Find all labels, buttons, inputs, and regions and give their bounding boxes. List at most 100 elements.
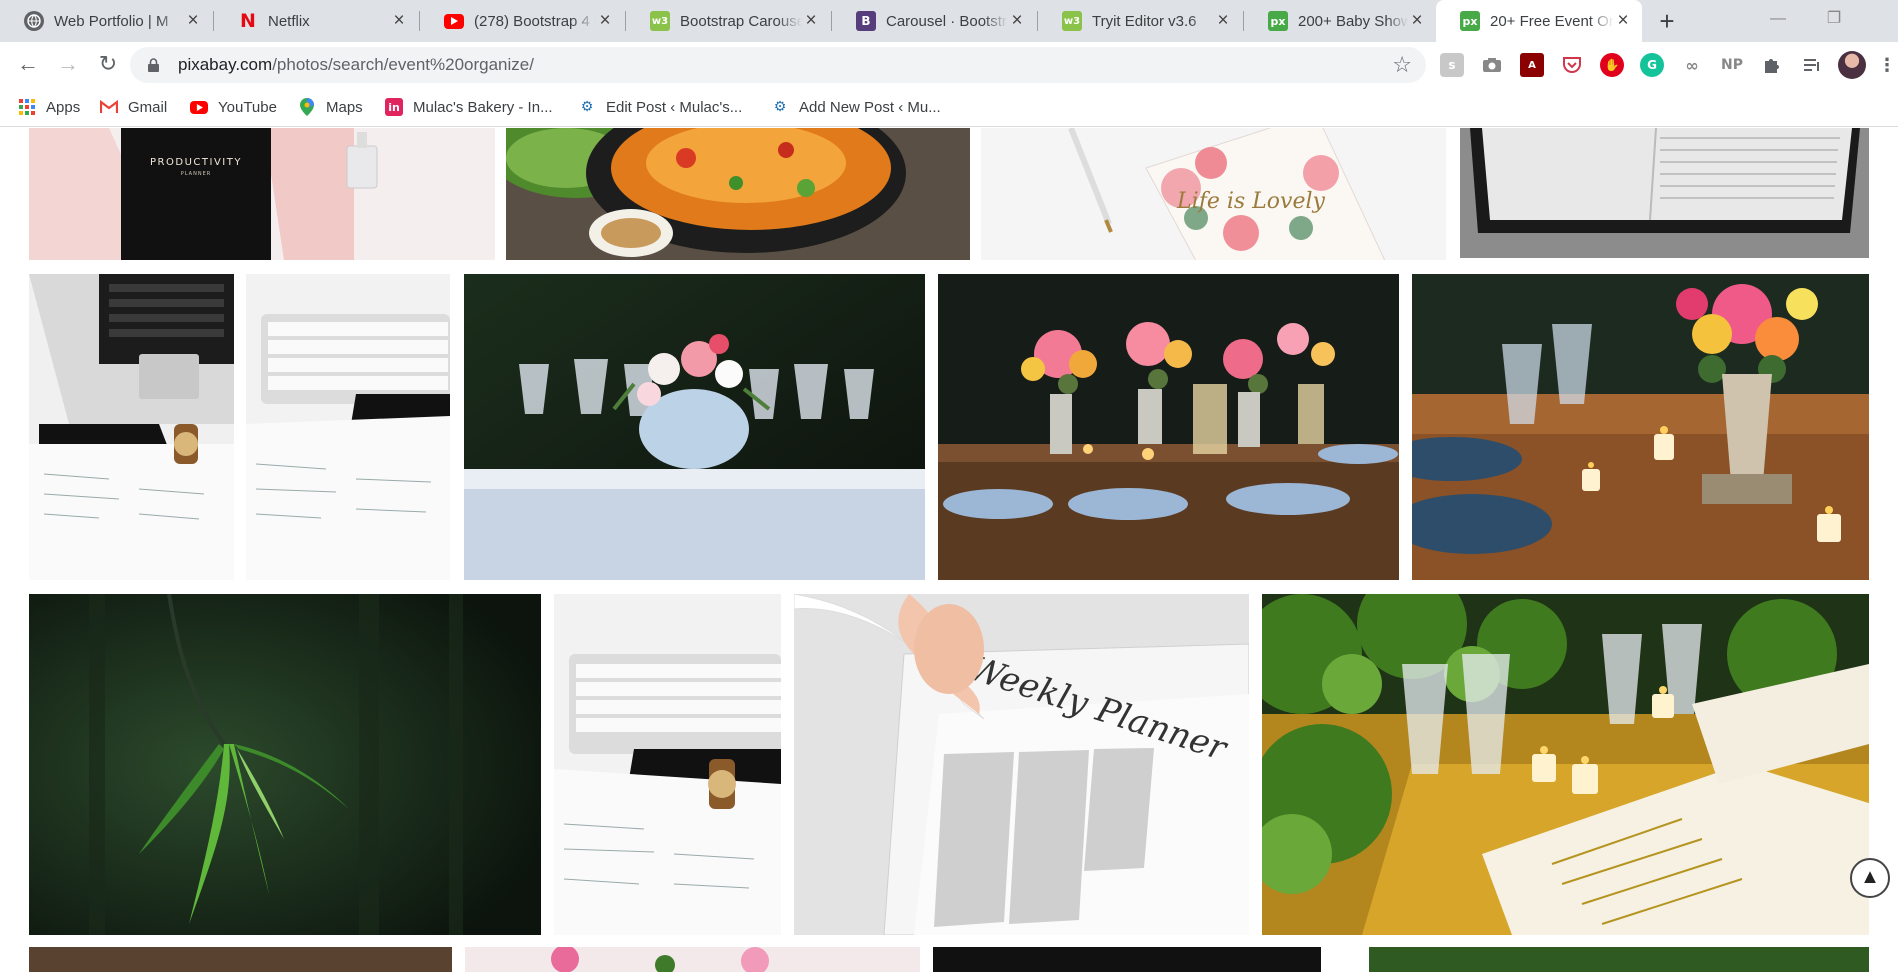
tab-strip: Web Portfolio | M × N Netflix × (278) Bo… — [0, 0, 1898, 42]
photo-keyboard-notebook[interactable] — [246, 274, 450, 580]
close-icon[interactable]: × — [1214, 11, 1232, 30]
photo-rustic-table-flowers[interactable] — [938, 274, 1399, 580]
tab-event-organize[interactable]: px 20+ Free Event Or × — [1436, 0, 1642, 42]
pixabay-icon: px — [1268, 11, 1288, 31]
photo-productivity-planner[interactable]: PRODUCTIVITY PLANNER — [29, 128, 495, 260]
gmail-icon — [100, 98, 118, 116]
tab-title: 200+ Baby Showe — [1298, 12, 1408, 30]
tab-carousel-bootstrap[interactable]: B Carousel · Bootstra × — [832, 0, 1036, 42]
wordpress-icon: ⚙ — [773, 99, 787, 115]
tab-baby-shower[interactable]: px 200+ Baby Showe × — [1244, 0, 1436, 42]
photo-laptop-notebook-watch[interactable] — [29, 274, 234, 580]
bookmark-label: Maps — [326, 98, 363, 116]
restore-icon[interactable]: ❐ — [1806, 0, 1862, 42]
adblock-icon[interactable]: ✋ — [1600, 53, 1624, 77]
forward-button[interactable]: → — [52, 48, 84, 80]
vpn-icon[interactable]: ∞ — [1680, 53, 1704, 77]
browser-toolbar: ← → ↻ pixabay.com/photos/search/event%20… — [0, 42, 1898, 87]
np-icon[interactable]: NP — [1720, 53, 1744, 77]
pdf-icon[interactable]: A — [1520, 53, 1544, 77]
new-tab-button[interactable]: + — [1652, 6, 1682, 36]
apps-grid-icon — [18, 98, 36, 116]
photo-table-glasses-flowers[interactable] — [464, 274, 925, 580]
bookmark-star-icon[interactable]: ☆ — [1392, 52, 1412, 78]
tab-title: Netflix — [268, 12, 310, 30]
tab-netflix[interactable]: N Netflix × — [214, 0, 418, 42]
photo-hot-pot-soup[interactable] — [506, 128, 970, 260]
url-host: pixabay.com — [178, 55, 273, 74]
puzzle-icon[interactable] — [1760, 53, 1784, 77]
photo-wedding-table-greenery[interactable] — [1262, 594, 1869, 935]
tab-title: 20+ Free Event Or — [1490, 12, 1614, 30]
photo-table-candles-flowers[interactable] — [1412, 274, 1869, 580]
netflix-icon: N — [240, 10, 256, 32]
close-icon[interactable]: × — [1008, 11, 1026, 30]
tab-title: (278) Bootstrap 4 f — [474, 12, 596, 30]
tab-title: Carousel · Bootstra — [886, 12, 1008, 30]
bookmark-label: YouTube — [218, 98, 277, 116]
camera-icon[interactable] — [1480, 53, 1504, 77]
grammarly-icon[interactable]: G — [1640, 53, 1664, 77]
profile-avatar-icon[interactable] — [1838, 51, 1866, 79]
planner-sublabel: PLANNER — [181, 171, 211, 177]
globe-icon — [24, 11, 44, 31]
photo-bamboo-leaves[interactable] — [29, 594, 541, 935]
photo-keyboard-notebook-watch[interactable] — [554, 594, 781, 935]
photo-bottom-row-4[interactable] — [1369, 947, 1869, 972]
close-icon[interactable]: × — [184, 11, 202, 30]
bookmark-gmail[interactable]: Gmail — [100, 87, 167, 127]
tab-youtube-bootstrap[interactable]: (278) Bootstrap 4 f × — [420, 0, 624, 42]
close-icon[interactable]: × — [1614, 11, 1632, 30]
search-results-grid: PRODUCTIVITY PLANNER Life is Lovely Week… — [0, 128, 1898, 972]
photo-bottom-row-2[interactable] — [465, 947, 920, 972]
tab-title: Tryit Editor v3.6 — [1092, 12, 1197, 30]
photo-weekly-planner-tablet[interactable]: Weekly Planner — [794, 594, 1249, 935]
bootstrap-icon: B — [856, 11, 876, 31]
lock-icon — [148, 58, 159, 72]
bookmark-edit-post[interactable]: ⚙ Edit Post ‹ Mulac's... — [578, 87, 743, 127]
tab-bootstrap-carousel-w3[interactable]: w3 Bootstrap Carouse × — [626, 0, 830, 42]
close-icon[interactable]: × — [1408, 11, 1426, 30]
bookmark-apps[interactable]: Apps — [18, 87, 80, 127]
close-icon[interactable]: × — [596, 11, 614, 30]
reload-button[interactable]: ↻ — [92, 48, 124, 80]
life-is-lovely-label: Life is Lovely — [1176, 189, 1325, 214]
bookmarks-bar: Apps Gmail YouTube Maps in Mulac's Baker… — [0, 87, 1898, 127]
scroll-to-top-button[interactable]: ▲ — [1850, 858, 1890, 898]
bookmark-youtube[interactable]: YouTube — [190, 87, 277, 127]
minimize-icon[interactable]: — — [1750, 0, 1806, 42]
back-button[interactable]: ← — [12, 48, 44, 80]
more-menu-icon[interactable]: ⋮ — [1878, 53, 1896, 77]
pocket-icon[interactable] — [1560, 53, 1584, 77]
url-text: pixabay.com/photos/search/event%20organi… — [178, 47, 534, 83]
photo-bottom-row-1[interactable] — [29, 947, 452, 972]
productivity-label: PRODUCTIVITY — [150, 157, 242, 168]
tab-web-portfolio[interactable]: Web Portfolio | M × — [0, 0, 212, 42]
photo-life-is-lovely-notebook[interactable]: Life is Lovely — [981, 128, 1446, 260]
tab-tryit-editor[interactable]: w3 Tryit Editor v3.6 × — [1038, 0, 1242, 42]
w3schools-icon: w3 — [1062, 11, 1082, 31]
bookmark-label: Add New Post ‹ Mu... — [799, 98, 941, 116]
maps-pin-icon — [298, 98, 316, 116]
bookmark-add-new-post[interactable]: ⚙ Add New Post ‹ Mu... — [771, 87, 941, 127]
tab-title: Web Portfolio | M — [54, 12, 169, 30]
bookmark-mulacs-bakery[interactable]: in Mulac's Bakery - In... — [385, 87, 553, 127]
close-icon[interactable]: × — [802, 11, 820, 30]
tab-title: Bootstrap Carouse — [680, 12, 802, 30]
bookmark-label: Apps — [46, 98, 81, 116]
url-path: /photos/search/event%20organize/ — [272, 55, 534, 74]
bookmark-label: Mulac's Bakery - In... — [413, 98, 553, 116]
photo-bottom-row-3[interactable] — [933, 947, 1321, 972]
extension-icon[interactable]: s — [1440, 53, 1464, 77]
pixabay-icon: px — [1460, 11, 1480, 31]
reading-list-icon[interactable] — [1800, 53, 1824, 77]
w3schools-icon: w3 — [650, 11, 670, 31]
bookmark-label: Edit Post ‹ Mulac's... — [606, 98, 743, 116]
close-icon[interactable]: × — [390, 11, 408, 30]
youtube-icon — [190, 100, 208, 114]
address-bar[interactable]: pixabay.com/photos/search/event%20organi… — [130, 47, 1426, 83]
youtube-icon — [444, 13, 464, 29]
photo-open-notebook-dark[interactable] — [1460, 128, 1869, 258]
bookmark-maps[interactable]: Maps — [298, 87, 363, 127]
bookmark-label: Gmail — [128, 98, 168, 116]
